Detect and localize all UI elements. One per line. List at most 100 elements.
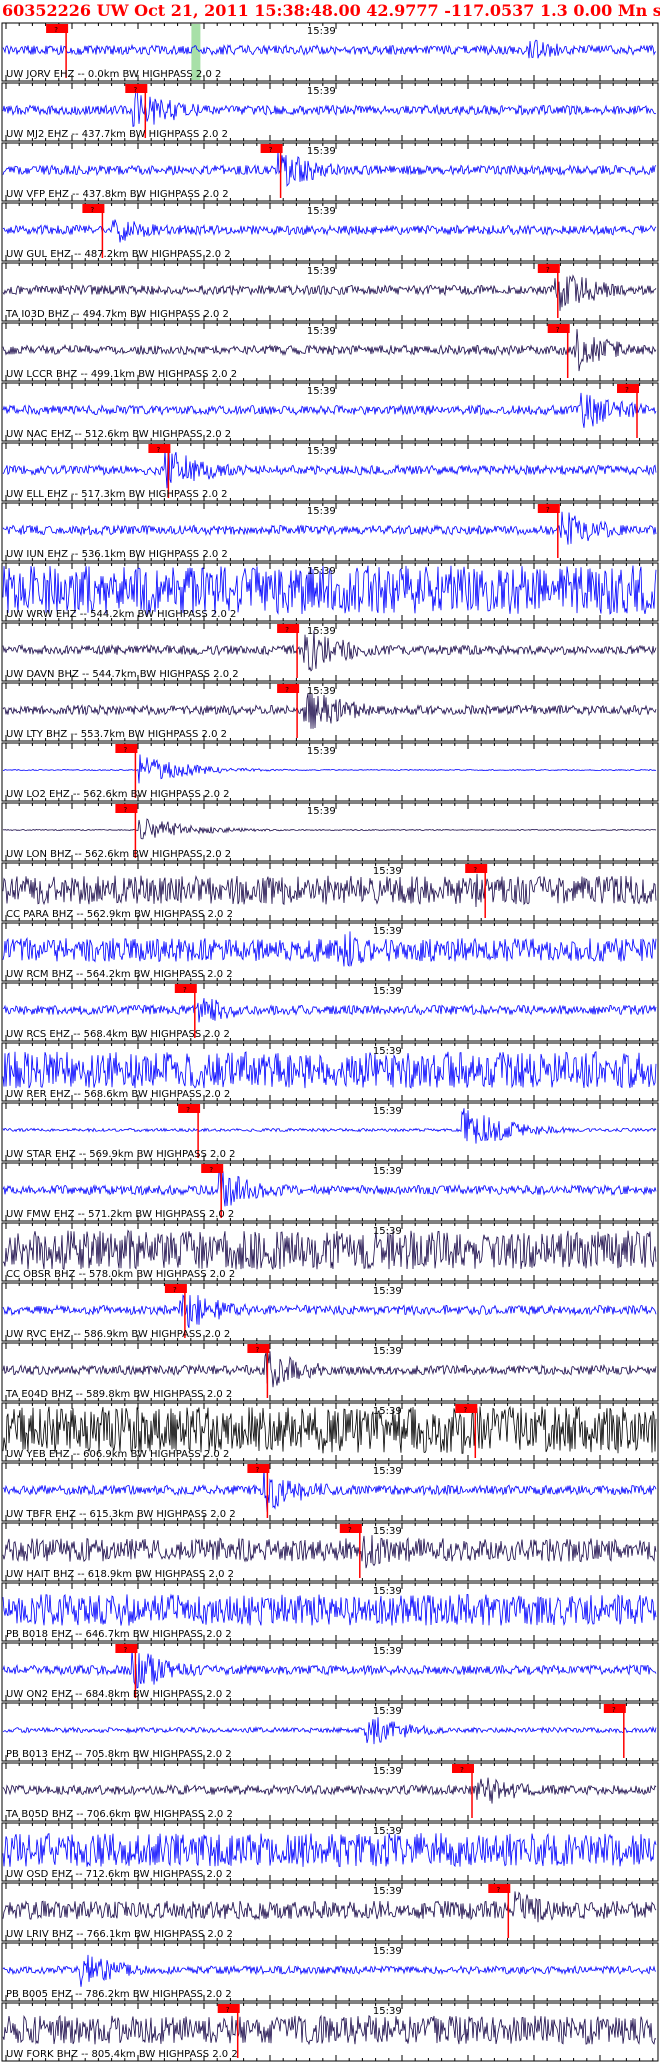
phase-pick-label: ? [285, 686, 289, 694]
channel-row[interactable]: 15:39? UW LTY BHZ -- 553.7km BW HIGHPASS … [1, 682, 659, 742]
channel-row[interactable]: 15:39? UW LO2 EHZ -- 562.6km BW HIGHPASS … [1, 742, 659, 802]
channel-label: CC PARA BHZ -- 562.9km BW HIGHPASS 2.0 2 [6, 909, 233, 920]
waveform-trace [2, 219, 657, 243]
time-label: 15:39 [307, 506, 336, 517]
channel-label: UW FMW EHZ -- 571.2km BW HIGHPASS 2.0 2 [6, 1209, 234, 1220]
channel-label: UW VFP EHZ -- 437.8km BW HIGHPASS 2.0 2 [6, 189, 229, 200]
time-label: 15:39 [307, 266, 336, 277]
seismogram-panel[interactable]: 15:39? UW JORV EHZ -- 0.0km BW HIGHPASS 2… [0, 22, 660, 2066]
channel-row[interactable]: 15:39 ? UW IUN EHZ -- 536.1km BW HIGHPASS … [1, 502, 659, 562]
time-label: 15:39 [373, 1886, 402, 1897]
channel-label: UW GUL EHZ -- 487.2km BW HIGHPASS 2.0 2 [6, 249, 231, 260]
channel-row[interactable]: 15:39? UW JORV EHZ -- 0.0km BW HIGHPASS 2… [1, 22, 659, 82]
channel-label: UW RVC EHZ -- 586.9km BW HIGHPASS 2.0 2 [6, 1329, 230, 1340]
waveform-trace [2, 691, 657, 729]
channel-label: UW WRW EHZ -- 544.2km BW HIGHPASS 2.0 2 [6, 609, 236, 620]
channel-row[interactable]: 15:39? UW RVC EHZ -- 586.9km BW HIGHPASS … [1, 1282, 659, 1342]
phase-pick-label: ? [463, 1406, 467, 1414]
channel-row[interactable]: 15:39? UW VFP EHZ -- 437.8km BW HIGHPASS … [1, 142, 659, 202]
channel-row[interactable]: 15:39? UW GUL EHZ -- 487.2km BW HIGHPASS … [1, 202, 659, 262]
time-label: 15:39 [373, 2006, 402, 2017]
waveform-trace [2, 1405, 657, 1454]
channel-row[interactable]: 15:39? UW STAR EHZ -- 569.9km BW HIGHPASS… [1, 1102, 659, 1162]
channel-row[interactable]: 15:39? UW LON BHZ -- 562.6km BW HIGHPASS … [1, 802, 659, 862]
phase-pick-label: ? [496, 1886, 500, 1894]
waveform-trace [2, 1294, 657, 1328]
channel-row[interactable]: 15:39 PB B018 EHZ -- 646.7km BW HIGHPASS … [1, 1582, 659, 1642]
channel-row[interactable]: 15:39 ? PB B013 EHZ -- 705.8km BW HIGHPASS… [1, 1702, 659, 1762]
channel-row[interactable]: 15:39 CC OBSR BHZ -- 578.0km BW HIGHPASS … [1, 1222, 659, 1282]
time-label: 15:39 [307, 686, 336, 697]
channel-row[interactable]: 15:39 UW OSD EHZ -- 712.6km BW HIGHPASS 2… [1, 1822, 659, 1882]
channel-label: UW LON BHZ -- 562.6km BW HIGHPASS 2.0 2 [6, 849, 231, 860]
channel-label: UW HAIT BHZ -- 618.9km BW HIGHPASS 2.0 2 [6, 1569, 234, 1580]
waveform-trace [2, 1051, 657, 1089]
channel-row[interactable]: 15:39 ? TA B05D BHZ -- 706.6km BW HIGHPASS… [1, 1762, 659, 1822]
channel-label: UW STAR EHZ -- 569.9km BW HIGHPASS 2.0 2 [6, 1149, 236, 1160]
channel-row[interactable]: 15:39? UW DAVN BHZ -- 544.7km BW HIGHPASS… [1, 622, 659, 682]
time-label: 15:39 [373, 926, 402, 937]
phase-pick-label: ? [612, 1706, 616, 1714]
channel-label: UW MJ2 EHZ -- 437.7km BW HIGHPASS 2.0 2 [6, 129, 228, 140]
channel-label: UW TBFR EHZ -- 615.3km BW HIGHPASS 2.0 2 [6, 1509, 236, 1520]
channel-row[interactable]: 15:39? UW ON2 EHZ -- 684.8km BW HIGHPASS … [1, 1642, 659, 1702]
waveform-trace [2, 1717, 657, 1745]
phase-pick-label: ? [625, 386, 629, 394]
phase-pick-label: ? [348, 1526, 352, 1534]
channel-row[interactable]: 15:39 UW WRW EHZ -- 544.2km BW HIGHPASS 2… [1, 562, 659, 622]
phase-pick-label: ? [285, 626, 289, 634]
time-label: 15:39 [307, 206, 336, 217]
waveform-trace [2, 1832, 657, 1868]
time-label: 15:39 [373, 1946, 402, 1957]
channel-row[interactable]: 15:39? UW RCS EHZ -- 568.4km BW HIGHPASS … [1, 982, 659, 1042]
waveform-trace [2, 818, 657, 840]
waveform-trace [2, 1170, 657, 1207]
channel-label: PB B005 EHZ -- 786.2km BW HIGHPASS 2.0 2 [6, 1989, 232, 2000]
phase-pick-label: ? [157, 446, 161, 454]
waveform-trace [2, 1467, 657, 1512]
channel-row[interactable]: 15:39? UW TBFR EHZ -- 615.3km BW HIGHPASS… [1, 1462, 659, 1522]
channel-row[interactable]: 15:39? UW MJ2 EHZ -- 437.7km BW HIGHPASS … [1, 82, 659, 142]
phase-pick-label: ? [256, 1346, 260, 1354]
channel-row[interactable]: 15:39? UW FORK BHZ -- 805.4km BW HIGHPASS… [1, 2002, 659, 2062]
phase-pick-label: ? [124, 806, 128, 814]
time-label: 15:39 [373, 1706, 402, 1717]
waveform-trace [2, 1593, 657, 1626]
waveform-trace [2, 1351, 657, 1388]
phase-pick-label: ? [546, 266, 550, 274]
phase-pick-label: ? [460, 1766, 464, 1774]
channel-row[interactable]: 15:39? UW HAIT BHZ -- 618.9km BW HIGHPASS… [1, 1522, 659, 1582]
phase-pick-label: ? [226, 2006, 230, 2014]
waveform-trace [2, 1229, 657, 1270]
time-label: 15:39 [373, 1226, 402, 1237]
time-label: 15:39 [373, 1586, 402, 1597]
channel-label: UW ELL EHZ -- 517.3km BW HIGHPASS 2.0 2 [6, 489, 227, 500]
channel-row[interactable]: 15:39 ? UW LCCR BHZ -- 499.1km BW HIGHPASS… [1, 322, 659, 382]
phase-pick-label: ? [91, 206, 95, 214]
channel-label: UW RCM BHZ -- 564.2km BW HIGHPASS 2.0 2 [6, 969, 233, 980]
phase-pick-label: ? [183, 986, 187, 994]
channel-row[interactable]: 15:39 ? TA I03D BHZ -- 494.7km BW HIGHPASS… [1, 262, 659, 322]
channel-row[interactable]: 15:39 ? UW NAC EHZ -- 512.6km BW HIGHPASS … [1, 382, 659, 442]
channel-row[interactable]: 15:39 UW RER EHZ -- 568.6km BW HIGHPASS 2… [1, 1042, 659, 1102]
time-label: 15:39 [307, 326, 336, 337]
waveform-trace [2, 1535, 657, 1569]
channel-row[interactable]: 15:39 PB B005 EHZ -- 786.2km BW HIGHPASS … [1, 1942, 659, 2002]
phase-pick-label: ? [556, 326, 560, 334]
channel-row[interactable]: 15:39? UW ELL EHZ -- 517.3km BW HIGHPASS … [1, 442, 659, 502]
channel-row[interactable]: 15:39? UW FMW EHZ -- 571.2km BW HIGHPASS … [1, 1162, 659, 1222]
channel-row[interactable]: 15:39 ? UW YEB EHZ -- 606.9km BW HIGHPASS … [1, 1402, 659, 1462]
channel-row[interactable]: 15:39 ? CC PARA BHZ -- 562.9km BW HIGHPASS… [1, 862, 659, 922]
time-label: 15:39 [373, 1406, 402, 1417]
channel-label: UW LTY BHZ -- 553.7km BW HIGHPASS 2.0 2 [6, 729, 227, 740]
waveform-trace [2, 39, 657, 59]
phase-pick-label: ? [54, 26, 58, 34]
time-label: 15:39 [307, 746, 336, 757]
channel-row[interactable]: 15:39 ? UW LRIV BHZ -- 766.1km BW HIGHPASS… [1, 1882, 659, 1942]
phase-pick-label: ? [473, 866, 477, 874]
channel-row[interactable]: 15:39 UW RCM BHZ -- 564.2km BW HIGHPASS 2… [1, 922, 659, 982]
phase-pick-label: ? [546, 506, 550, 514]
time-label: 15:39 [373, 1766, 402, 1777]
channel-row[interactable]: 15:39? TA E04D BHZ -- 589.8km BW HIGHPASS… [1, 1342, 659, 1402]
phase-pick-label: ? [124, 746, 128, 754]
